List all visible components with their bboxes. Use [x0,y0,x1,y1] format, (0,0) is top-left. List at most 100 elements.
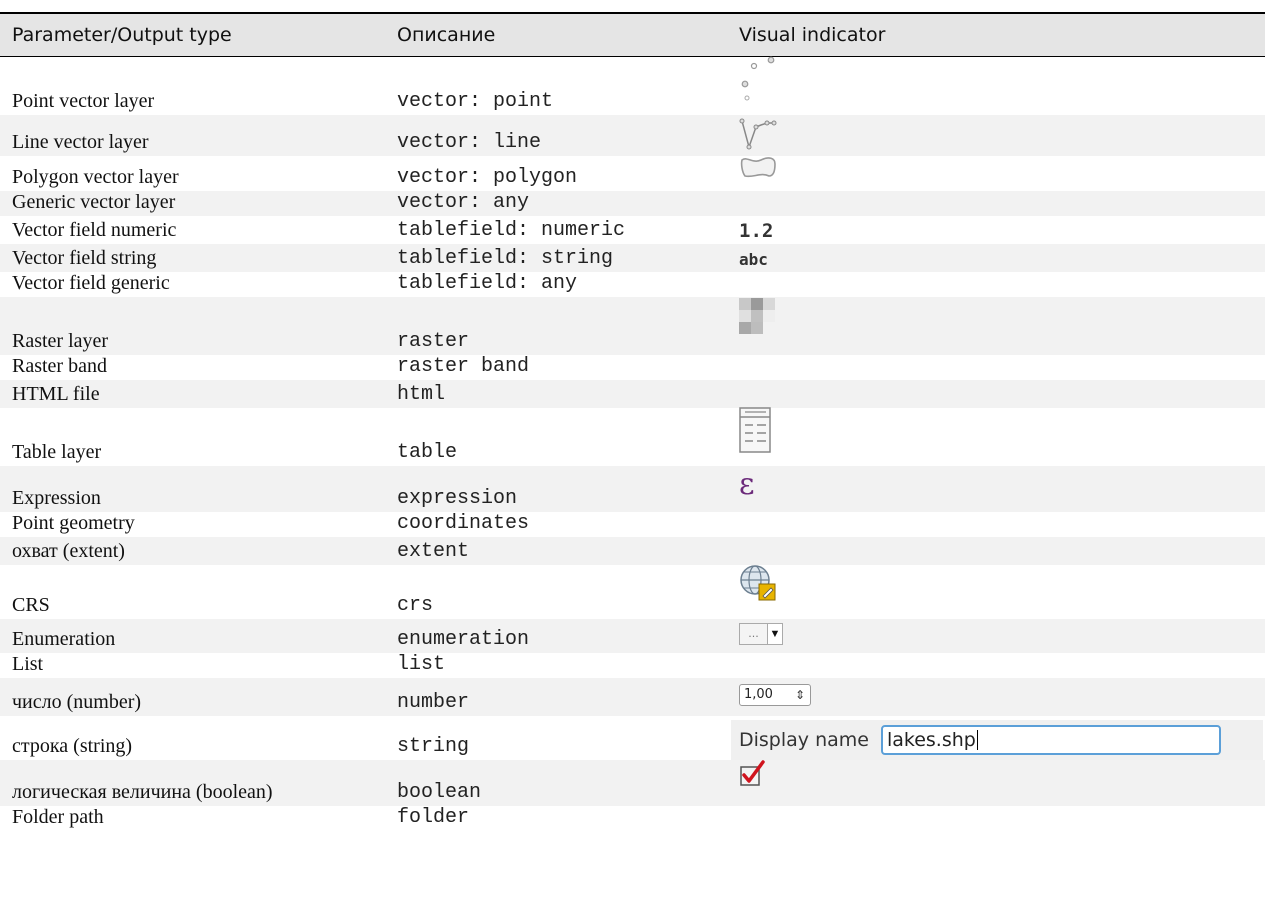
table-row: Vector field numeric tablefield: numeric… [0,215,1265,244]
header-parameter-type: Parameter/Output type [12,24,232,46]
table-row: Folder path folder [0,805,1265,831]
table-row: Point vector layer vector: point [0,56,1265,115]
globe-icon [740,564,776,600]
parameter-types-table: Parameter/Output type Описание Visual in… [0,12,1265,831]
row-type: html [397,382,446,406]
table-row: List list [0,652,1265,678]
header-description: Описание [397,24,496,46]
checkbox-checked-icon [740,759,765,786]
row-name: Vector field string [12,246,157,269]
row-name: List [12,652,44,675]
row-type: boolean [397,780,482,804]
row-indicator [727,512,1265,537]
row-type: tablefield: any [397,271,578,295]
row-indicator [727,537,1265,565]
row-indicator [727,115,1265,156]
row-type: tablefield: numeric [397,218,626,242]
display-name-input: lakes.shp [880,724,1221,755]
row-type: string [397,734,470,758]
row-type: vector: point [397,89,554,113]
row-name: Point geometry [12,511,135,534]
table-row: строка (string) string Display name lake… [0,715,1265,760]
row-type: table [397,440,458,464]
numeric-indicator: 1.2 [739,219,774,242]
row-indicator [727,406,1265,466]
table-row: Raster layer raster [0,296,1265,355]
row-indicator [727,56,1265,115]
row-name: CRS [12,593,50,616]
table-row: CRS crs [0,564,1265,619]
line-icon [739,118,777,150]
row-indicator [727,297,1265,355]
row-type: extent [397,539,470,563]
table-row: Table layer table [0,406,1265,466]
row-indicator [727,564,1265,619]
row-type: vector: line [397,130,542,154]
row-indicator [727,355,1265,380]
row-name: Table layer [12,440,102,463]
row-name: Point vector layer [12,89,155,112]
row-name: Vector field generic [12,271,170,294]
polygon-icon [740,156,776,177]
row-type: raster band [397,354,530,378]
table-row: Expression expression ε [0,465,1265,512]
string-input-widget: Display name lakes.shp [731,719,1263,760]
table-row: Polygon vector layer vector: polygon [0,155,1265,191]
row-indicator: Display name lakes.shp [727,716,1265,760]
table-row: HTML file html [0,379,1265,408]
spinbox-value: 1,00 [744,687,773,702]
header-visual-indicator: Visual indicator [739,24,886,46]
row-name: Folder path [12,805,104,828]
table-header-row: Parameter/Output type Описание Visual in… [0,13,1265,57]
row-type: raster [397,329,470,353]
points-icon [741,56,775,100]
row-type: vector: polygon [397,165,578,189]
row-type: expression [397,486,518,510]
row-indicator: ε [727,466,1265,512]
row-indicator [727,156,1265,191]
row-type: number [397,690,470,714]
row-name: логическая величина (boolean) [12,780,273,803]
table-row: охват (extent) extent [0,536,1265,565]
row-indicator [727,806,1265,831]
table-icon [739,406,771,453]
combo-dots: ... [748,627,759,640]
row-indicator [727,272,1265,297]
row-indicator: 1.2 [727,216,1265,244]
row-type: crs [397,593,434,617]
row-type: folder [397,805,470,829]
row-type: list [397,652,446,676]
row-name: Raster band [12,354,107,377]
number-spinbox-icon: 1,00 ⇕ [739,683,811,706]
row-indicator: 1,00 ⇕ [727,678,1265,716]
row-name: Raster layer [12,329,109,352]
row-name: HTML file [12,382,100,405]
row-indicator [727,191,1265,216]
row-indicator: ... ▼ [727,619,1265,653]
table-row: Point geometry coordinates [0,511,1265,537]
table-row: Line vector layer vector: line [0,114,1265,156]
spinner-arrows-icon: ⇕ [794,687,805,702]
table-row: число (number) number 1,00 ⇕ [0,677,1265,716]
table-row: Vector field generic tablefield: any [0,271,1265,297]
input-value: lakes.shp [886,728,976,751]
table-row: Vector field string tablefield: string a… [0,243,1265,272]
row-name: строка (string) [12,734,133,757]
string-indicator: abc [739,249,768,269]
text-caret [976,730,978,750]
row-indicator [727,653,1265,678]
chevron-down-icon: ▼ [767,623,782,644]
enumeration-combo-icon: ... ▼ [739,622,783,645]
row-name: охват (extent) [12,539,125,562]
table-row: логическая величина (boolean) boolean [0,759,1265,806]
row-name: Enumeration [12,627,116,650]
row-type: vector: any [397,190,530,214]
row-name: Vector field numeric [12,218,177,241]
display-name-label: Display name [739,728,869,751]
expression-icon: ε [739,466,755,502]
row-indicator [727,380,1265,408]
row-type: enumeration [397,627,530,651]
row-type: tablefield: string [397,246,614,270]
parameter-types-table-wrapper: Parameter/Output type Описание Visual in… [0,12,1265,831]
row-name: Polygon vector layer [12,165,179,188]
